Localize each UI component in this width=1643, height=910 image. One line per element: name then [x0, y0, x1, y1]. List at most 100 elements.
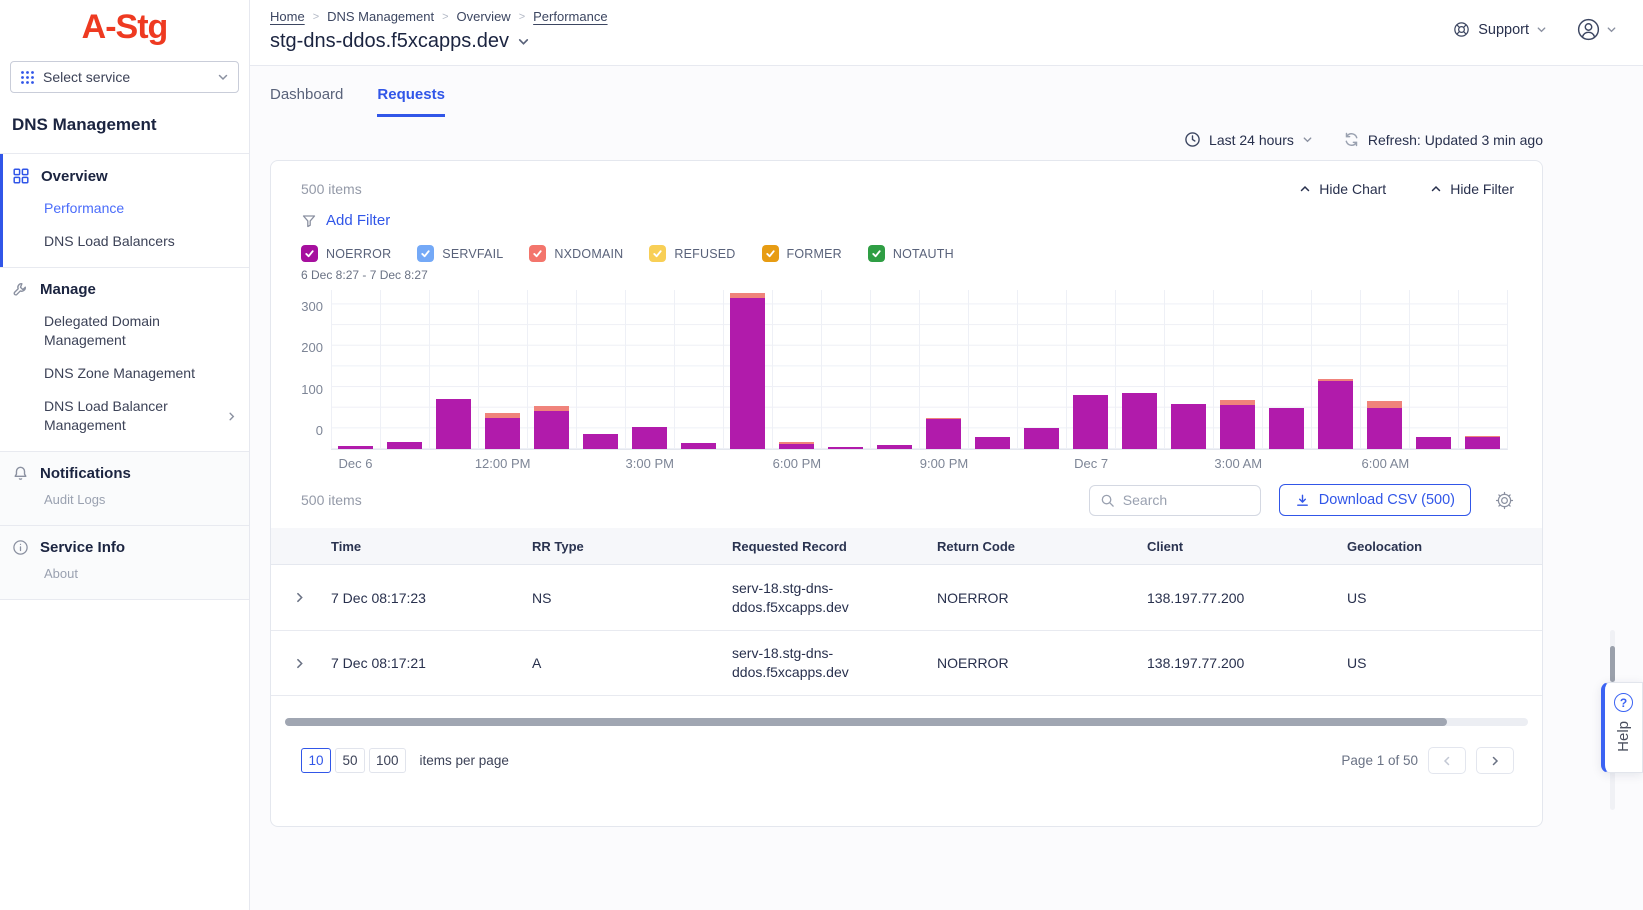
chart-bar[interactable]	[1073, 395, 1108, 449]
chart-bar-slot[interactable]	[821, 290, 870, 449]
chart-bar-slot[interactable]	[331, 290, 380, 449]
chart-bar-slot[interactable]	[1458, 290, 1507, 449]
chart-bar[interactable]	[436, 399, 471, 449]
chart-bar[interactable]	[583, 434, 618, 449]
chart-bar[interactable]	[877, 445, 912, 449]
chart-bar-slot[interactable]	[1360, 290, 1409, 449]
chart-bar[interactable]	[534, 406, 569, 449]
sidebar-item-overview[interactable]: Overview	[12, 167, 237, 185]
legend-item-noerror[interactable]: NOERROR	[301, 245, 391, 262]
breadcrumb-item[interactable]: Overview	[457, 9, 511, 24]
chart-bar[interactable]	[1416, 437, 1451, 449]
chart-bar-slot[interactable]	[478, 290, 527, 449]
table-row[interactable]: 7 Dec 08:17:23NSserv-18.stg-dns-ddos.f5x…	[271, 565, 1542, 630]
sidebar-item-service-info[interactable]: Service Info	[12, 539, 237, 556]
chart-bar-slot[interactable]	[772, 290, 821, 449]
legend-checkbox[interactable]	[762, 245, 779, 262]
chart-bar-slot[interactable]	[1409, 290, 1458, 449]
chart-bar-slot[interactable]	[1213, 290, 1262, 449]
hide-filter-button[interactable]: Hide Filter	[1430, 181, 1514, 197]
chart-bar[interactable]	[828, 447, 863, 449]
chart-bar[interactable]	[926, 418, 961, 449]
sidebar-item-audit-logs[interactable]: Audit Logs	[44, 490, 237, 509]
chart-bar[interactable]	[1024, 428, 1059, 449]
select-service-dropdown[interactable]: Select service	[10, 61, 239, 93]
chart-bar[interactable]	[1269, 408, 1304, 449]
page-size-button-100[interactable]: 100	[369, 748, 406, 773]
tab-dashboard[interactable]: Dashboard	[270, 86, 343, 117]
chart-bar-slot[interactable]	[1311, 290, 1360, 449]
chart-bar[interactable]	[485, 413, 520, 449]
account-menu[interactable]	[1575, 16, 1617, 43]
column-header-client[interactable]: Client	[1147, 539, 1347, 554]
chart-bar[interactable]	[632, 427, 667, 449]
support-menu[interactable]: Support	[1452, 20, 1547, 39]
chart-bar-slot[interactable]	[625, 290, 674, 449]
search-input[interactable]	[1123, 492, 1233, 508]
horizontal-scrollbar[interactable]	[285, 718, 1528, 726]
breadcrumb-item[interactable]: DNS Management	[327, 9, 434, 24]
horizontal-scrollbar-thumb[interactable]	[285, 718, 1447, 726]
sidebar-item-performance[interactable]: Performance	[44, 199, 237, 218]
refresh-button[interactable]: Refresh: Updated 3 min ago	[1343, 131, 1543, 148]
chart-bar-slot[interactable]	[1017, 290, 1066, 449]
sidebar-item-delegated-domain-management[interactable]: Delegated Domain Management	[44, 312, 237, 350]
legend-item-former[interactable]: FORMER	[762, 245, 842, 262]
help-tab[interactable]: ? Help	[1601, 682, 1643, 773]
chart-bar[interactable]	[681, 443, 716, 449]
sidebar-item-notifications[interactable]: Notifications	[12, 465, 237, 482]
chart-bar-slot[interactable]	[968, 290, 1017, 449]
chart-bar-slot[interactable]	[576, 290, 625, 449]
page-size-button-50[interactable]: 50	[335, 748, 365, 773]
sidebar-item-dns-zone-management[interactable]: DNS Zone Management	[44, 364, 237, 383]
chart-bar[interactable]	[387, 442, 422, 449]
previous-page-button[interactable]	[1428, 747, 1466, 774]
chart-bar[interactable]	[1171, 404, 1206, 449]
vertical-scrollbar-thumb[interactable]	[1610, 646, 1615, 682]
chart-bar-slot[interactable]	[919, 290, 968, 449]
sidebar-item-manage[interactable]: Manage	[12, 281, 237, 298]
expand-row-icon[interactable]	[293, 591, 306, 604]
column-header-time[interactable]: Time	[327, 539, 532, 554]
chart-bar-slot[interactable]	[1115, 290, 1164, 449]
chart-bar-slot[interactable]	[1262, 290, 1311, 449]
chart-bar[interactable]	[1465, 436, 1500, 449]
legend-checkbox[interactable]	[417, 245, 434, 262]
chart-bar-slot[interactable]	[1066, 290, 1115, 449]
title-chevron-down-icon[interactable]	[517, 35, 530, 48]
table-settings-button[interactable]	[1495, 491, 1514, 510]
legend-checkbox[interactable]	[301, 245, 318, 262]
legend-item-servfail[interactable]: SERVFAIL	[417, 245, 503, 262]
chart-bar[interactable]	[1318, 379, 1353, 449]
sidebar-item-dns-load-balancer-management[interactable]: DNS Load Balancer Management	[44, 397, 237, 435]
add-filter-button[interactable]: Add Filter	[301, 212, 1542, 229]
chart-bar[interactable]	[1220, 400, 1255, 449]
tab-requests[interactable]: Requests	[377, 86, 445, 117]
chart-bar[interactable]	[975, 437, 1010, 449]
hide-chart-button[interactable]: Hide Chart	[1299, 181, 1386, 197]
table-row[interactable]: serv-18.stg-dns-	[271, 695, 1542, 715]
chart-bar[interactable]	[1367, 401, 1402, 449]
next-page-button[interactable]	[1476, 747, 1514, 774]
page-size-button-10[interactable]: 10	[301, 748, 331, 773]
chart-bar[interactable]	[730, 293, 765, 449]
legend-checkbox[interactable]	[649, 245, 666, 262]
download-csv-button[interactable]: Download CSV (500)	[1279, 484, 1471, 516]
legend-item-nxdomain[interactable]: NXDOMAIN	[529, 245, 623, 262]
breadcrumb-item[interactable]: Home	[270, 9, 305, 24]
time-range-dropdown[interactable]: Last 24 hours	[1184, 131, 1313, 148]
chart-bar-slot[interactable]	[870, 290, 919, 449]
chart-bar-slot[interactable]	[674, 290, 723, 449]
table-row[interactable]: 7 Dec 08:17:21Aserv-18.stg-dns-ddos.f5xc…	[271, 630, 1542, 695]
legend-item-refused[interactable]: REFUSED	[649, 245, 735, 262]
chart-bar-slot[interactable]	[380, 290, 429, 449]
expand-row-icon[interactable]	[293, 657, 306, 670]
column-header-geolocation[interactable]: Geolocation	[1347, 539, 1542, 554]
chart-bar-slot[interactable]	[1164, 290, 1213, 449]
sidebar-item-dns-load-balancers[interactable]: DNS Load Balancers	[44, 232, 237, 251]
column-header-requested-record[interactable]: Requested Record	[732, 539, 937, 554]
legend-checkbox[interactable]	[868, 245, 885, 262]
chart-bar[interactable]	[779, 442, 814, 449]
chart-bar-slot[interactable]	[527, 290, 576, 449]
column-header-rr-type[interactable]: RR Type	[532, 539, 732, 554]
